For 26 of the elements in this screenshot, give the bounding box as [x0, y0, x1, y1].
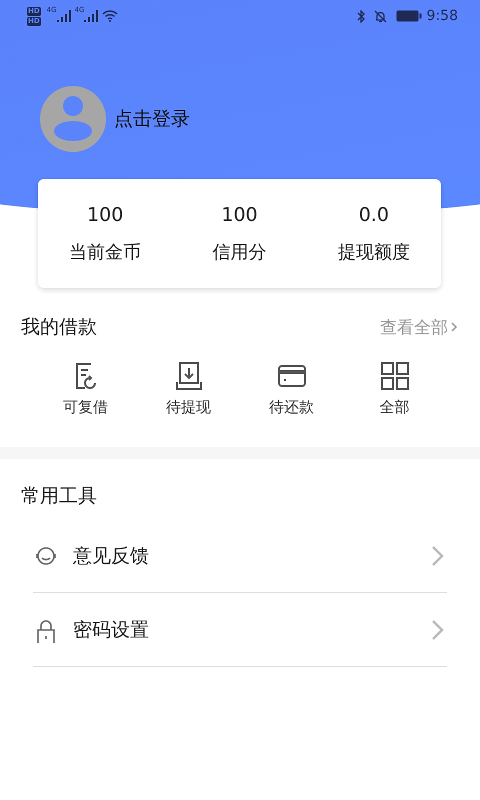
wifi-icon: [102, 10, 118, 22]
section-title: 我的借款: [21, 315, 97, 340]
bluetooth-icon: [356, 10, 365, 22]
stat-value: 100: [221, 204, 258, 226]
loan-category-label[interactable]: 待还款: [269, 398, 314, 417]
stat-label: 提现额度: [338, 240, 410, 264]
signal-icon: [56, 10, 71, 22]
muted-bell-icon: [374, 10, 387, 22]
signal-icon: [84, 10, 98, 22]
stat-value: 0.0: [358, 204, 389, 226]
stat-label: 当前金币: [69, 240, 142, 264]
stat-label: 信用分: [212, 240, 266, 264]
loan-category-label[interactable]: 待提现: [166, 398, 211, 417]
tool-label: 意见反馈: [73, 544, 150, 568]
login-link[interactable]: 点击登录: [114, 106, 190, 132]
tool-label: 密码设置: [73, 618, 150, 642]
stat-value: 100: [87, 204, 124, 226]
section-title: 常用工具: [21, 484, 97, 509]
loan-category-label[interactable]: 全部: [380, 398, 410, 417]
tool-row[interactable]: 密码设置: [33, 593, 447, 667]
grid-icon[interactable]: [378, 360, 410, 392]
loan-category-label[interactable]: 可复借: [63, 398, 108, 417]
clock-time: 9:58: [426, 8, 458, 24]
battery-icon: [396, 10, 422, 22]
tool-row[interactable]: 意见反馈: [33, 519, 447, 593]
chevron-right-icon: [450, 321, 458, 333]
